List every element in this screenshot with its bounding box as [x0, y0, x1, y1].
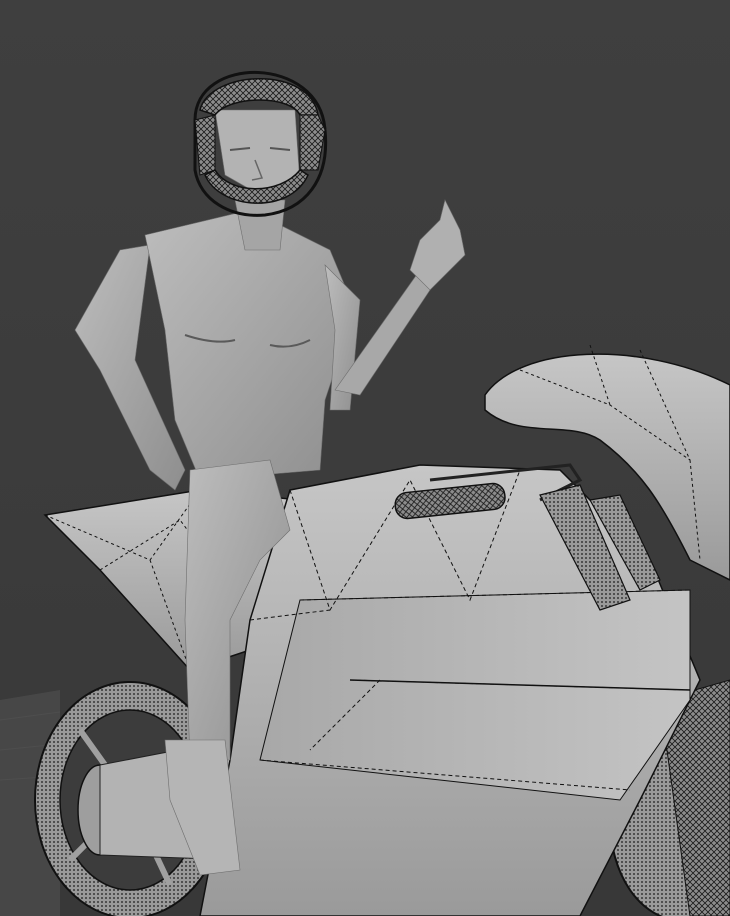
- viewport-canvas[interactable]: [0, 0, 730, 916]
- 3d-viewport[interactable]: [0, 0, 730, 916]
